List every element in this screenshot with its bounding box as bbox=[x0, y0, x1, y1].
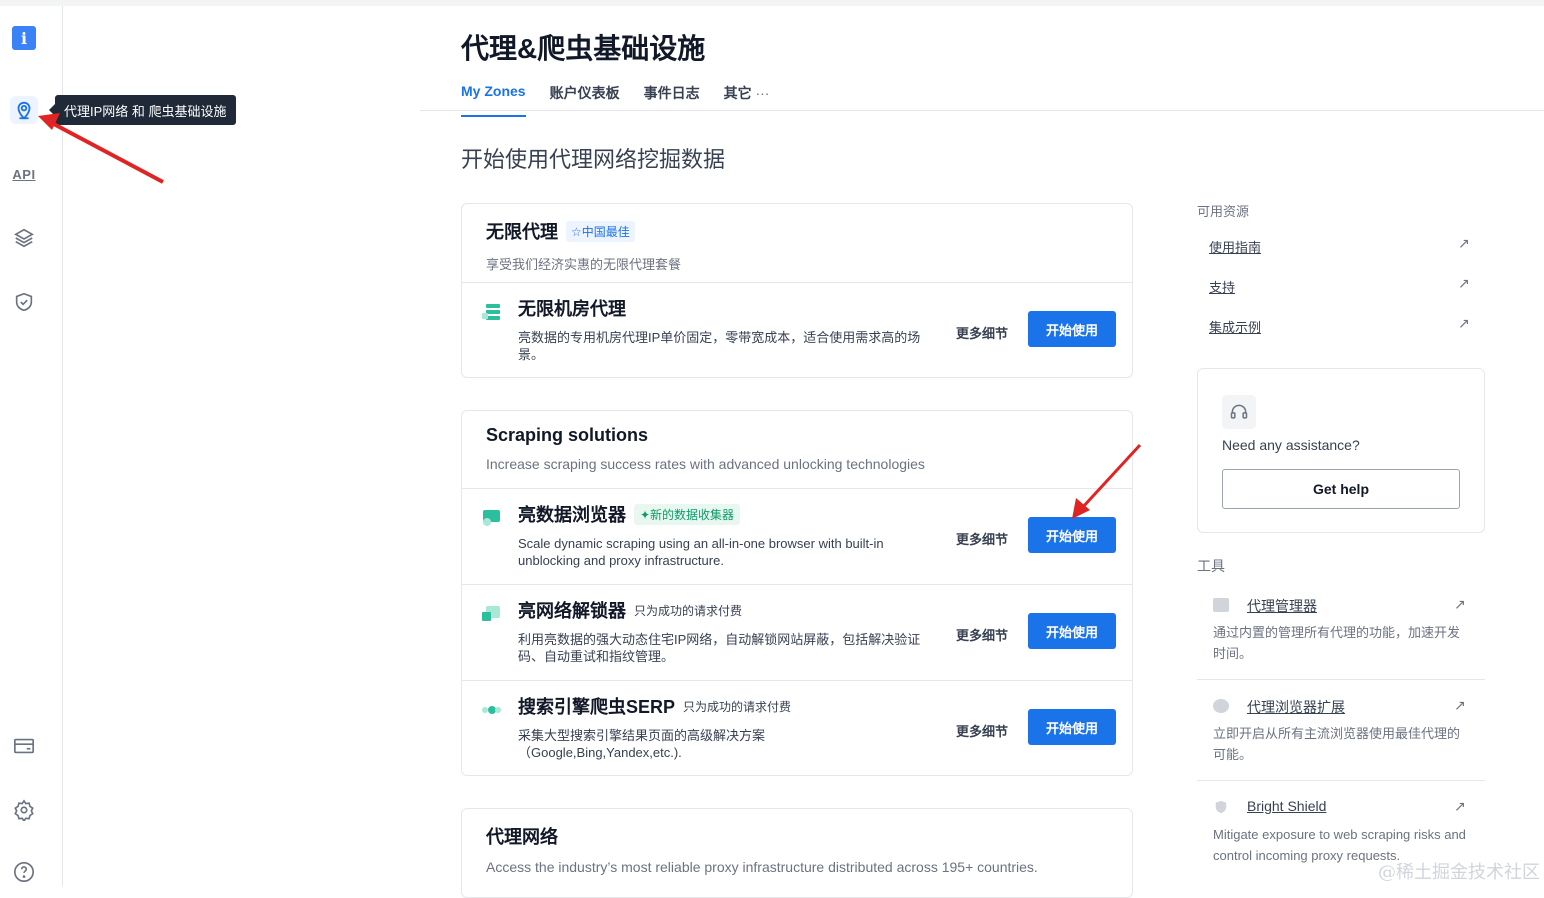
tab-dashboard[interactable]: 账户仪表板 bbox=[550, 83, 620, 111]
external-arrow-icon: ↗ bbox=[1458, 235, 1470, 251]
product-row: 亮网络解锁器 只为成功的请求付费 利用亮数据的强大动态住宅IP网络，自动解锁网站屏… bbox=[462, 585, 1132, 681]
more-details-link[interactable]: 更多细节 bbox=[956, 721, 1008, 740]
more-details-link[interactable]: 更多细节 bbox=[956, 625, 1008, 644]
tabs-divider bbox=[420, 110, 1544, 111]
section-title: 开始使用代理网络挖掘数据 bbox=[461, 147, 726, 172]
card-title: Scraping solutions bbox=[486, 425, 649, 445]
shield-icon bbox=[1215, 800, 1227, 814]
product-row: 搜索引擎爬虫SERP 只为成功的请求付费 采集大型搜索引擎结果页面的高级解决方案（… bbox=[462, 681, 1132, 777]
card-header: Scraping solutions Increase scraping suc… bbox=[462, 411, 1132, 489]
pay-per-success-note: 只为成功的请求付费 bbox=[683, 699, 792, 714]
card-header: 无限代理 ☆中国最佳 享受我们经济实惠的无限代理套餐 bbox=[462, 204, 1132, 283]
card-subtitle: Increase scraping success rates with adv… bbox=[486, 456, 925, 472]
browser-extension-icon bbox=[1213, 699, 1229, 713]
external-arrow-icon: ↗ bbox=[1454, 596, 1466, 612]
external-arrow-icon: ↗ bbox=[1454, 697, 1466, 713]
browser-icon bbox=[483, 510, 500, 526]
product-row: 亮数据浏览器 ✦新的数据收集器 Scale dynamic scraping us… bbox=[462, 489, 1132, 585]
card-header: 代理网络 Access the industry’s most reliable… bbox=[462, 809, 1132, 889]
tools-label: 工具 bbox=[1197, 558, 1225, 574]
watermark: @稀土掘金技术社区 bbox=[1378, 862, 1540, 883]
unlocker-icon bbox=[482, 606, 500, 621]
product-row: 无限机房代理 亮数据的专用机房代理IP单价固定，零带宽成本，适合使用需求高的场景… bbox=[462, 283, 1132, 379]
help-question-icon[interactable] bbox=[10, 858, 38, 886]
headset-icon bbox=[1222, 395, 1256, 429]
product-title: 搜索引擎爬虫SERP bbox=[518, 697, 676, 717]
product-description: 亮数据的专用机房代理IP单价固定，零带宽成本，适合使用需求高的场景。 bbox=[518, 330, 921, 362]
sidebar-tooltip: 代理IP网络 和 爬虫基础设施 bbox=[49, 95, 236, 125]
divider bbox=[1197, 780, 1485, 781]
location-pin-icon[interactable] bbox=[10, 96, 38, 124]
card-subtitle: 享受我们经济实惠的无限代理套餐 bbox=[486, 257, 682, 272]
product-title: 亮网络解锁器 bbox=[518, 601, 626, 621]
tool-title: 代理浏览器扩展 bbox=[1247, 699, 1345, 715]
new-collector-badge: ✦新的数据收集器 bbox=[634, 503, 741, 525]
api-icon[interactable]: API bbox=[10, 160, 38, 188]
resource-link-support[interactable]: 支持 bbox=[1209, 277, 1235, 296]
get-help-button[interactable]: Get help bbox=[1222, 469, 1460, 509]
tab-other[interactable]: 其它 ··· bbox=[724, 83, 770, 111]
start-button[interactable]: 开始使用 bbox=[1028, 517, 1116, 553]
shield-check-icon[interactable] bbox=[10, 288, 38, 316]
billing-card-icon[interactable] bbox=[10, 732, 38, 760]
api-label: API bbox=[12, 166, 36, 182]
best-in-china-badge: ☆中国最佳 bbox=[566, 220, 635, 242]
tool-title: 代理管理器 bbox=[1247, 598, 1317, 614]
more-details-link[interactable]: 更多细节 bbox=[956, 529, 1008, 548]
tool-proxy-manager[interactable]: 代理管理器 ↗ 通过内置的管理所有代理的功能，加速开发时间。 bbox=[1197, 596, 1485, 680]
start-button[interactable]: 开始使用 bbox=[1028, 709, 1116, 745]
datacenter-icon bbox=[482, 304, 500, 320]
layers-icon[interactable] bbox=[10, 224, 38, 252]
assistance-text: Need any assistance? bbox=[1222, 437, 1360, 453]
start-button[interactable]: 开始使用 bbox=[1028, 311, 1116, 347]
sidebar: i API bbox=[0, 6, 63, 886]
tool-title: Bright Shield bbox=[1247, 798, 1327, 814]
product-title: 亮数据浏览器 bbox=[518, 505, 626, 525]
proxy-network-card: 代理网络 Access the industry’s most reliable… bbox=[461, 808, 1133, 898]
assistance-box: Need any assistance? Get help bbox=[1197, 368, 1485, 533]
pay-per-success-note: 只为成功的请求付费 bbox=[634, 603, 743, 618]
page-title: 代理&爬虫基础设施 bbox=[461, 33, 706, 64]
card-subtitle: Access the industry’s most reliable prox… bbox=[486, 859, 1038, 875]
tab-bar: My Zones 账户仪表板 事件日志 其它 ··· bbox=[461, 83, 770, 117]
info-icon[interactable]: i bbox=[12, 26, 36, 50]
more-details-link[interactable]: 更多细节 bbox=[956, 323, 1008, 342]
tool-description: 通过内置的管理所有代理的功能，加速开发时间。 bbox=[1213, 625, 1461, 661]
settings-gear-icon[interactable] bbox=[10, 796, 38, 824]
resources-label: 可用资源 bbox=[1197, 204, 1250, 219]
product-description: 利用亮数据的强大动态住宅IP网络，自动解锁网站屏蔽，包括解决验证码、自动重试和指… bbox=[518, 632, 921, 664]
resource-link-integration[interactable]: 集成示例 bbox=[1209, 317, 1261, 336]
top-strip bbox=[0, 0, 1544, 6]
divider bbox=[1197, 679, 1485, 680]
external-arrow-icon: ↗ bbox=[1458, 275, 1470, 291]
start-button[interactable]: 开始使用 bbox=[1028, 613, 1116, 649]
resource-link-guide[interactable]: 使用指南 bbox=[1209, 237, 1261, 256]
proxy-manager-icon bbox=[1213, 598, 1229, 612]
tab-other-label: 其它 bbox=[723, 85, 752, 101]
scraping-solutions-card: Scraping solutions Increase scraping suc… bbox=[461, 410, 1133, 776]
external-arrow-icon: ↗ bbox=[1458, 315, 1470, 331]
product-description: 采集大型搜索引擎结果页面的高级解决方案（Google,Bing,Yandex,e… bbox=[518, 728, 766, 760]
unlimited-proxy-card: 无限代理 ☆中国最佳 享受我们经济实惠的无限代理套餐 无限机房代理 亮数据的专用机… bbox=[461, 203, 1133, 378]
product-description: Scale dynamic scraping using an all-in-o… bbox=[518, 536, 884, 568]
more-dots-icon: ··· bbox=[755, 85, 770, 101]
card-title: 无限代理 bbox=[486, 222, 558, 242]
tool-description: 立即开启从所有主流浏览器使用最佳代理的可能。 bbox=[1213, 726, 1461, 762]
tool-browser-extension[interactable]: 代理浏览器扩展 ↗ 立即开启从所有主流浏览器使用最佳代理的可能。 bbox=[1197, 697, 1485, 781]
card-title: 代理网络 bbox=[486, 827, 558, 847]
serp-icon bbox=[482, 706, 501, 714]
tab-my-zones[interactable]: My Zones bbox=[461, 83, 526, 117]
external-arrow-icon: ↗ bbox=[1454, 798, 1466, 814]
tab-event-log[interactable]: 事件日志 bbox=[644, 83, 700, 111]
product-title: 无限机房代理 bbox=[518, 299, 626, 319]
